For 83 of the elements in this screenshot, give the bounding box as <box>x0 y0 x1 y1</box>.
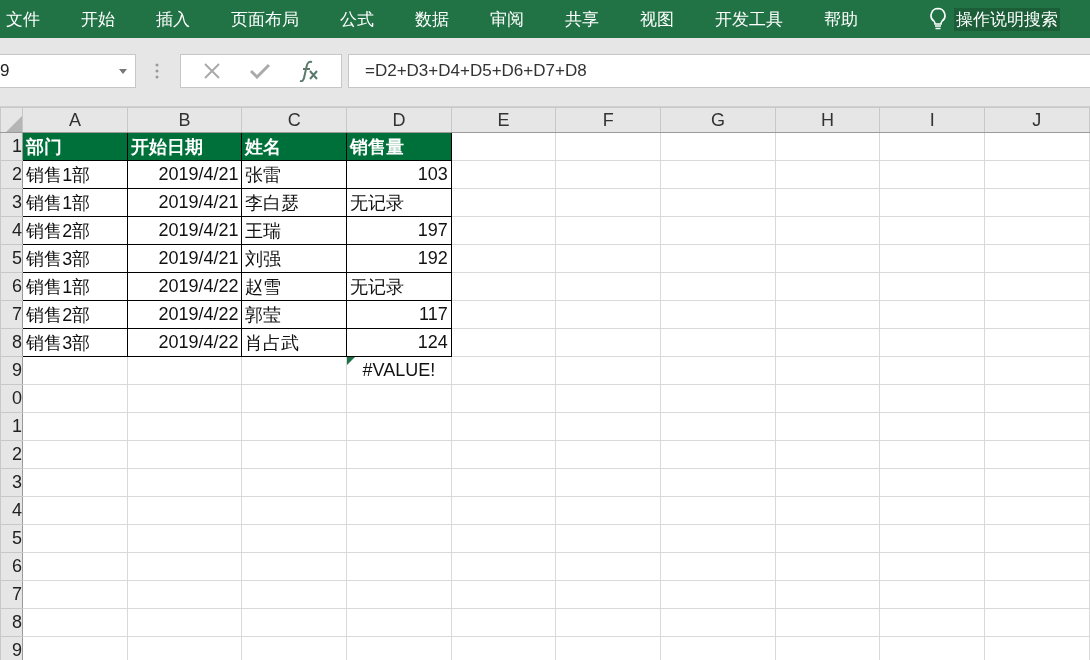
table-cell: 2019/4/22 <box>127 328 242 357</box>
table-cell: 2019/4/21 <box>127 244 242 273</box>
table-cell: 销售1部 <box>22 188 128 217</box>
table-cell: 销售1部 <box>22 160 128 189</box>
ribbon-tab[interactable]: 公式 <box>340 7 374 31</box>
row-header[interactable]: 3 <box>0 468 23 497</box>
ribbon-tab[interactable]: 插入 <box>156 7 190 31</box>
caret-icon[interactable] <box>119 68 127 74</box>
column-title-cell: 销售量 <box>346 132 452 161</box>
table-cell: 刘强 <box>241 244 347 273</box>
ribbon-tab[interactable]: 开发工具 <box>715 7 783 31</box>
table-cell: 197 <box>346 216 452 245</box>
table-cell: 117 <box>346 300 452 329</box>
name-box[interactable]: 9 <box>0 54 136 88</box>
table-cell: 肖占武 <box>241 328 347 357</box>
table-cell: 无记录 <box>346 272 452 301</box>
row-header[interactable]: 2 <box>0 440 23 469</box>
table-cell: 王瑞 <box>241 216 347 245</box>
table-cell: 2019/4/22 <box>127 300 242 329</box>
table-cell: 销售2部 <box>22 300 128 329</box>
ribbon-tab[interactable]: 审阅 <box>490 7 524 31</box>
row-header[interactable]: 5 <box>0 524 23 553</box>
error-indicator-icon[interactable] <box>347 357 356 365</box>
row-header[interactable]: 0 <box>0 384 23 413</box>
table-cell: 赵雪 <box>241 272 347 301</box>
row-header[interactable]: 8 <box>0 328 23 357</box>
row-header[interactable]: 8 <box>0 608 23 637</box>
column-title-cell: 部门 <box>22 132 128 161</box>
table-cell: 销售3部 <box>22 244 128 273</box>
ribbon-tab[interactable]: 文件 <box>6 7 40 31</box>
table-cell: 124 <box>346 328 452 357</box>
ribbon-tab[interactable]: 数据 <box>415 7 449 31</box>
ribbon-tab[interactable]: 帮助 <box>824 7 858 31</box>
row-header[interactable]: 6 <box>0 272 23 301</box>
row-header[interactable]: 1 <box>0 132 23 161</box>
table-cell: 2019/4/22 <box>127 272 242 301</box>
column-header[interactable]: J <box>984 107 1090 133</box>
table-cell: 2019/4/21 <box>127 216 242 245</box>
ribbon-tab[interactable]: 页面布局 <box>231 7 299 31</box>
table-cell: 2019/4/21 <box>127 188 242 217</box>
cancel-icon[interactable] <box>203 62 222 80</box>
row-header[interactable]: 5 <box>0 244 23 273</box>
row-header[interactable]: 1 <box>0 412 23 441</box>
grip-icon <box>155 62 159 80</box>
table-cell: 销售3部 <box>22 328 128 357</box>
column-header[interactable]: B <box>127 107 242 133</box>
table-cell: 无记录 <box>346 188 452 217</box>
row-header[interactable]: 3 <box>0 188 23 217</box>
column-header[interactable]: C <box>241 107 347 133</box>
error-cell: #VALUE! <box>346 356 452 385</box>
row-header[interactable]: 9 <box>0 636 23 660</box>
row-header[interactable]: 7 <box>0 300 23 329</box>
column-header[interactable]: E <box>451 107 556 133</box>
table-cell: 103 <box>346 160 452 189</box>
lightbulb-icon[interactable] <box>929 7 947 31</box>
check-icon[interactable] <box>250 63 270 79</box>
table-cell: 销售2部 <box>22 216 128 245</box>
table-cell: 192 <box>346 244 452 273</box>
column-header[interactable]: G <box>660 107 776 133</box>
column-title-cell: 姓名 <box>241 132 347 161</box>
row-header[interactable]: 4 <box>0 216 23 245</box>
column-title-cell: 开始日期 <box>127 132 242 161</box>
table-cell: 李白瑟 <box>241 188 347 217</box>
row-header[interactable]: 7 <box>0 580 23 609</box>
row-header[interactable]: 6 <box>0 552 23 581</box>
column-header[interactable]: F <box>555 107 661 133</box>
table-cell: 张雷 <box>241 160 347 189</box>
table-cell: 2019/4/21 <box>127 160 242 189</box>
row-header[interactable]: 4 <box>0 496 23 525</box>
column-header[interactable]: I <box>879 107 985 133</box>
ribbon-tab[interactable]: 视图 <box>640 7 674 31</box>
function-icon[interactable] <box>298 60 319 82</box>
ribbon-tab[interactable]: 开始 <box>81 7 115 31</box>
row-header[interactable]: 9 <box>0 356 23 385</box>
table-cell: 销售1部 <box>22 272 128 301</box>
search-field[interactable]: 操作说明搜索 <box>954 7 1060 31</box>
column-header[interactable]: A <box>22 107 128 133</box>
formula-field[interactable]: =D2+D3+D4+D5+D6+D7+D8 <box>348 54 1090 88</box>
ribbon-tab[interactable]: 共享 <box>565 7 599 31</box>
table-cell: 郭莹 <box>241 300 347 329</box>
column-header[interactable]: D <box>346 107 452 133</box>
row-header[interactable]: 2 <box>0 160 23 189</box>
column-header[interactable]: H <box>775 107 880 133</box>
